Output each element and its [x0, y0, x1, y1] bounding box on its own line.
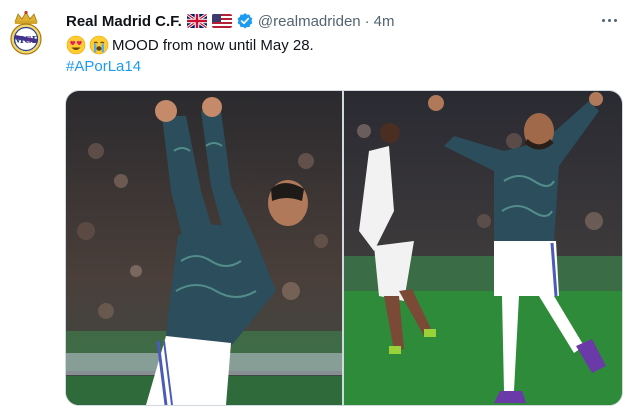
crying-face-emoji: [89, 35, 109, 55]
uk-flag-icon: [186, 14, 207, 28]
us-flag-icon: [211, 14, 232, 28]
more-options-icon[interactable]: [597, 10, 621, 30]
tweet-text-line: MOOD from now until May 28.: [66, 35, 314, 55]
tweet-text: MOOD from now until May 28.: [112, 36, 314, 54]
real-madrid-crest-icon: MCF: [10, 10, 42, 55]
svg-text:MCF: MCF: [13, 34, 38, 46]
tweet-card[interactable]: MCF Real Madrid C.F. @realmadriden · 4m …: [0, 0, 635, 409]
player-celebrating-fists-raised-photo[interactable]: [66, 91, 342, 405]
media-grid: [65, 90, 623, 406]
display-name[interactable]: Real Madrid C.F.: [66, 13, 182, 30]
separator-dot: ·: [364, 12, 370, 30]
heart-eyes-emoji: [66, 35, 86, 55]
verified-badge-icon: [237, 13, 253, 29]
account-handle[interactable]: @realmadriden: [258, 13, 361, 30]
player-celebrating-arms-wide-photo[interactable]: [344, 91, 622, 405]
tweet-header: Real Madrid C.F. @realmadriden · 4m: [66, 11, 394, 31]
timestamp[interactable]: 4m: [374, 13, 395, 30]
avatar[interactable]: MCF: [6, 10, 46, 56]
hashtag-link[interactable]: #APorLa14: [66, 58, 141, 75]
